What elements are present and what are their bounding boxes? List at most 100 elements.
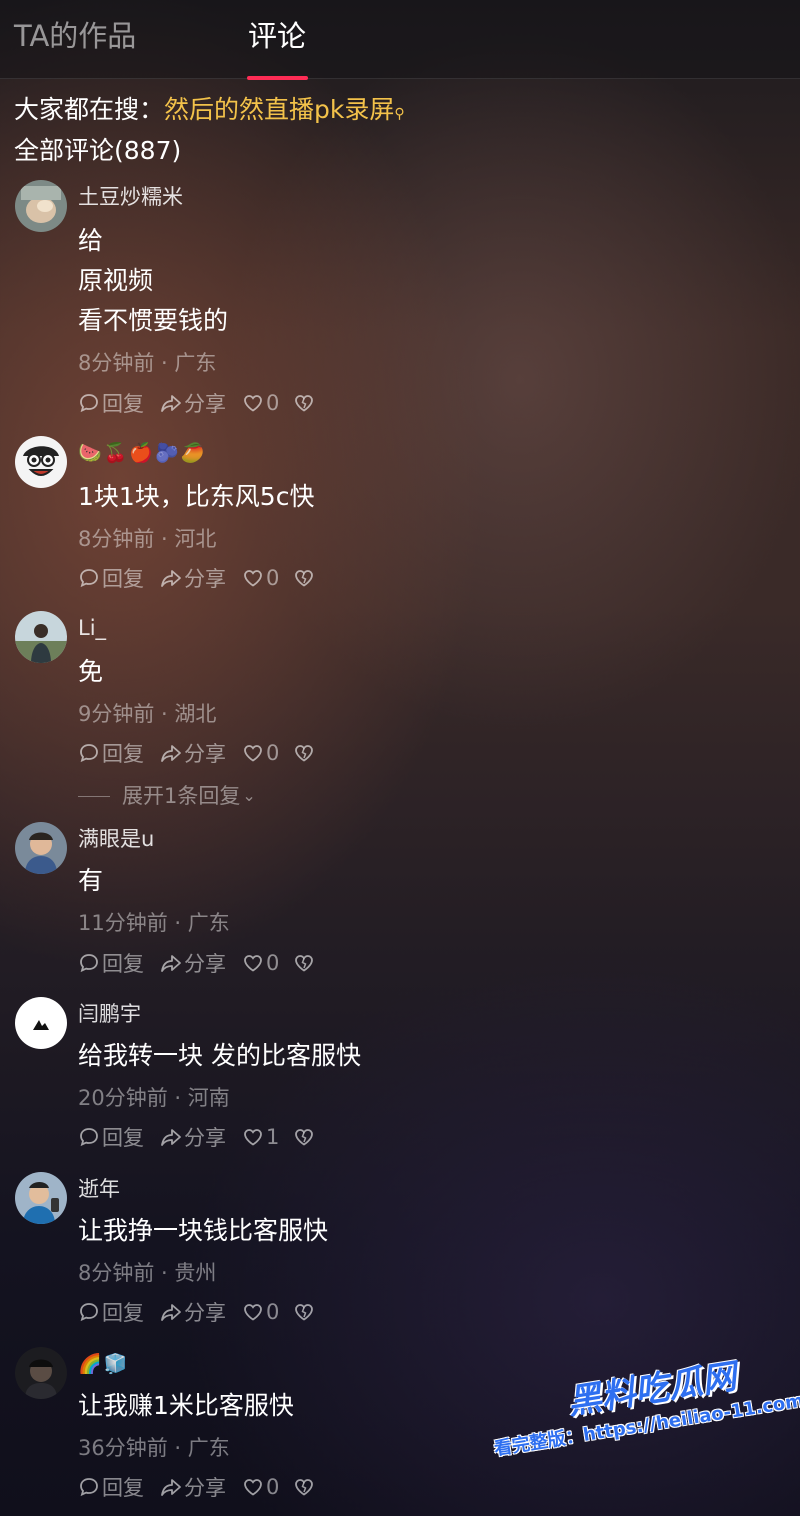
comment-text: 看不惯要钱的 — [78, 306, 229, 335]
reply-button[interactable]: 回复 — [78, 563, 144, 593]
heart-icon — [244, 1479, 262, 1496]
reply-label: 回复 — [102, 567, 144, 591]
comment-actions: 回复 分享 0 — [78, 1472, 333, 1502]
tab-works[interactable]: TA的作品 — [14, 16, 136, 56]
comment-meta: 20分钟前 · 河南 — [78, 1086, 230, 1110]
like-button[interactable]: 0 — [242, 566, 279, 590]
trending-search-label: 大家都在搜： — [14, 95, 165, 124]
comment-meta: 11分钟前 · 广东 — [78, 911, 230, 935]
like-count: 0 — [266, 1300, 280, 1324]
like-count: 1 — [266, 1125, 280, 1149]
reply-button[interactable]: 回复 — [78, 1297, 144, 1327]
avatar[interactable] — [15, 1172, 67, 1224]
share-label: 分享 — [184, 1126, 226, 1150]
broken-heart-icon — [295, 1129, 314, 1146]
share-icon — [161, 745, 181, 762]
broken-heart-icon — [295, 955, 314, 972]
comment-actions: 回复 分享 0 — [78, 948, 333, 978]
comment-meta: 36分钟前 · 广东 — [78, 1436, 230, 1460]
comment-text: 让我挣一块钱比客服快 — [78, 1216, 329, 1245]
comment-username[interactable]: 🍉🍒🍎🫐🥭 — [78, 438, 206, 468]
reply-button[interactable]: 回复 — [78, 1472, 144, 1502]
like-count: 0 — [266, 951, 280, 975]
trending-search-query[interactable]: 然后的然直播pk录屏 — [164, 95, 394, 124]
avatar[interactable] — [15, 180, 67, 232]
share-label: 分享 — [184, 392, 226, 416]
comment-username[interactable]: Li_ — [78, 613, 106, 643]
dislike-button[interactable] — [293, 567, 317, 589]
share-button[interactable]: 分享 — [160, 563, 226, 593]
broken-heart-icon — [295, 1479, 314, 1496]
share-label: 分享 — [184, 1476, 226, 1500]
comment-actions: 回复 分享 1 — [78, 1122, 333, 1152]
share-icon — [161, 1129, 181, 1146]
heart-icon — [244, 745, 262, 762]
like-button[interactable]: 0 — [242, 741, 279, 765]
comment-text: 原视频 — [78, 266, 154, 295]
expand-replies-label: 展开1条回复 — [122, 784, 241, 808]
comment-username[interactable]: 土豆炒糯米 — [78, 182, 183, 212]
share-button[interactable]: 分享 — [160, 1297, 226, 1327]
avatar[interactable] — [15, 822, 67, 874]
broken-heart-icon — [295, 1304, 314, 1321]
reply-button[interactable]: 回复 — [78, 738, 144, 768]
avatar[interactable] — [15, 997, 67, 1049]
share-icon — [161, 1479, 181, 1496]
share-button[interactable]: 分享 — [160, 1472, 226, 1502]
comment-meta: 8分钟前 · 广东 — [78, 351, 217, 375]
avatar[interactable] — [15, 1347, 67, 1399]
broken-heart-icon — [295, 570, 314, 587]
share-label: 分享 — [184, 742, 226, 766]
search-icon[interactable]: ⚲ — [394, 106, 404, 122]
avatar[interactable] — [15, 611, 67, 663]
like-button[interactable]: 0 — [242, 391, 279, 415]
dislike-button[interactable] — [293, 392, 317, 414]
share-icon — [161, 1304, 181, 1321]
like-button[interactable]: 0 — [242, 1475, 279, 1499]
tab-bar: TA的作品 评论 — [0, 0, 800, 80]
comment-username[interactable]: 🌈🧊 — [78, 1349, 129, 1379]
comment-meta: 8分钟前 · 贵州 — [78, 1261, 217, 1285]
comment-count: 全部评论(887) — [14, 136, 182, 165]
like-button[interactable]: 1 — [242, 1125, 279, 1149]
dislike-button[interactable] — [293, 952, 317, 974]
share-label: 分享 — [184, 1301, 226, 1325]
like-count: 0 — [266, 741, 280, 765]
broken-heart-icon — [295, 745, 314, 762]
reply-button[interactable]: 回复 — [78, 948, 144, 978]
comment-text: 给我转一块 发的比客服快 — [78, 1041, 361, 1070]
dislike-button[interactable] — [293, 1476, 317, 1498]
reply-button[interactable]: 回复 — [78, 1122, 144, 1152]
reply-icon — [80, 1128, 98, 1147]
like-count: 0 — [266, 1475, 280, 1499]
watermark: 黑料吃瓜网 看完整版：https://heiliao-11.com — [483, 1330, 800, 1497]
tab-comments[interactable]: 评论 — [248, 16, 306, 56]
share-button[interactable]: 分享 — [160, 1122, 226, 1152]
like-count: 0 — [266, 566, 280, 590]
reply-icon — [80, 569, 98, 588]
share-button[interactable]: 分享 — [160, 948, 226, 978]
share-button[interactable]: 分享 — [160, 388, 226, 418]
like-button[interactable]: 0 — [242, 1300, 279, 1324]
comment-username[interactable]: 逝年 — [78, 1174, 120, 1204]
comment-username[interactable]: 闫鹏宇 — [78, 999, 141, 1029]
dislike-button[interactable] — [293, 742, 317, 764]
trending-search[interactable]: 大家都在搜：然后的然直播pk录屏⚲ — [14, 92, 405, 128]
share-label: 分享 — [184, 952, 226, 976]
dislike-button[interactable] — [293, 1301, 317, 1323]
comment-text: 免 — [78, 657, 104, 686]
comment-actions: 回复 分享 0 — [78, 388, 333, 418]
dislike-button[interactable] — [293, 1126, 317, 1148]
comment-meta: 8分钟前 · 河北 — [78, 527, 217, 551]
reply-label: 回复 — [102, 1476, 144, 1500]
avatar[interactable] — [15, 436, 67, 488]
like-button[interactable]: 0 — [242, 951, 279, 975]
comment-username[interactable]: 满眼是u — [78, 824, 154, 854]
reply-icon — [80, 744, 98, 763]
share-button[interactable]: 分享 — [160, 738, 226, 768]
reply-icon — [80, 1303, 98, 1322]
reply-button[interactable]: 回复 — [78, 388, 144, 418]
broken-heart-icon — [295, 395, 314, 412]
reply-label: 回复 — [102, 392, 144, 416]
expand-replies-button[interactable]: 展开1条回复 ⌄ — [78, 781, 256, 811]
